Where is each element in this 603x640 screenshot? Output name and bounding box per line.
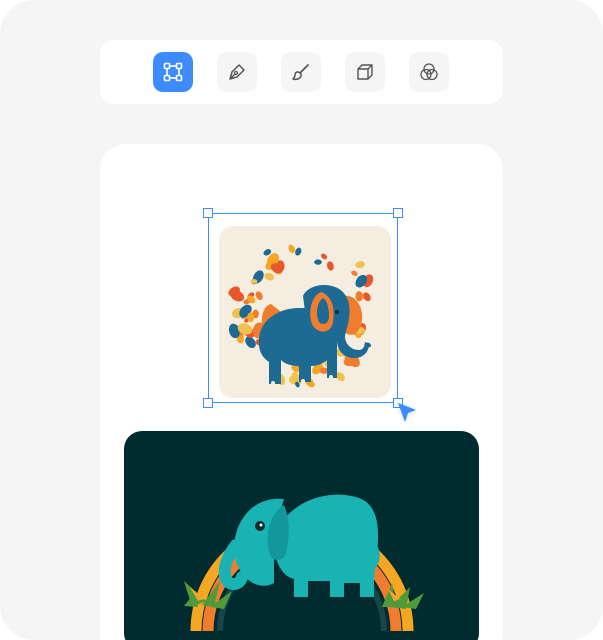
elephant-rainbow-image[interactable] xyxy=(124,431,479,640)
pointer-cursor-icon xyxy=(398,403,416,422)
cube-3d-icon xyxy=(357,64,373,80)
3d-tool-button[interactable] xyxy=(345,52,385,92)
resize-handle-top-left[interactable] xyxy=(203,208,213,218)
resize-handle-top-right[interactable] xyxy=(393,208,403,218)
brush-tool-button[interactable] xyxy=(281,52,321,92)
transform-tool-button[interactable] xyxy=(153,52,193,92)
brush-icon xyxy=(292,64,309,81)
elephant-rainbow-illustration xyxy=(184,494,424,632)
pen-tool-button[interactable] xyxy=(217,52,257,92)
pen-tool-icon xyxy=(229,64,245,80)
app-frame xyxy=(0,0,603,640)
blend-circles-icon xyxy=(420,63,438,81)
tool-toolbar xyxy=(100,40,503,104)
transform-select-icon xyxy=(163,62,183,82)
selection-bounding-box xyxy=(208,213,398,403)
blend-tool-button[interactable] xyxy=(409,52,449,92)
resize-handle-bottom-left[interactable] xyxy=(203,398,213,408)
